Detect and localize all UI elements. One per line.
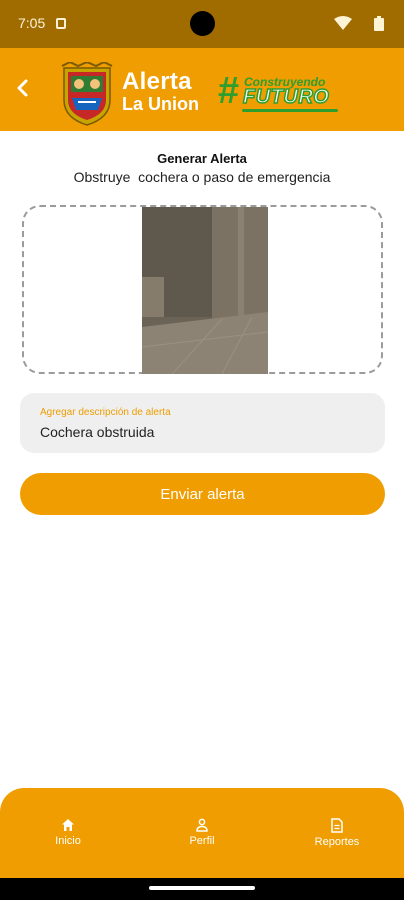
- nav-item-reportes[interactable]: Reportes: [297, 818, 377, 848]
- slogan-logo: # Construyendo FUTURO: [218, 72, 342, 112]
- home-icon: [62, 819, 74, 831]
- back-button[interactable]: [8, 74, 36, 102]
- person-icon: [196, 818, 208, 832]
- send-alert-button[interactable]: Enviar alerta: [20, 473, 385, 515]
- alert-type-subtitle: Obstruye cochera o paso de emergencia: [73, 169, 331, 185]
- notification-icon: [56, 18, 66, 29]
- photo-preview-image: [142, 207, 268, 374]
- app-title: Alerta La Union: [122, 68, 199, 114]
- chevron-left-icon: [17, 79, 28, 97]
- nav-item-perfil[interactable]: Perfil: [162, 818, 242, 847]
- home-gesture-handle[interactable]: [149, 886, 255, 890]
- nav-label-perfil: Perfil: [189, 835, 215, 847]
- app-title-line1: Alerta: [122, 68, 192, 95]
- slogan-main-text: FUTURO: [242, 85, 330, 109]
- photo-picker[interactable]: [22, 205, 383, 374]
- slogan-underline: [242, 109, 338, 112]
- slogan-hash: #: [218, 70, 240, 112]
- municipal-crest-logo: [61, 62, 113, 126]
- bottom-navigation: Inicio Perfil Reportes: [0, 788, 404, 878]
- status-bar: 7:05: [0, 0, 404, 48]
- app-header: Alerta La Union # Construyendo FUTURO: [0, 48, 404, 131]
- app-title-line2: La Union: [122, 94, 199, 114]
- status-time: 7:05: [18, 15, 46, 31]
- front-camera: [190, 11, 215, 36]
- nav-label-inicio: Inicio: [55, 835, 81, 847]
- nav-label-reportes: Reportes: [314, 836, 360, 848]
- description-input[interactable]: Cochera obstruida: [40, 424, 154, 440]
- system-gesture-bar: [0, 878, 404, 900]
- description-label: Agregar descripción de alerta: [40, 407, 171, 418]
- description-field[interactable]: Agregar descripción de alerta Cochera ob…: [20, 393, 385, 453]
- document-icon: [331, 818, 343, 833]
- wifi-icon: [334, 16, 352, 30]
- page-title: Generar Alerta: [157, 151, 247, 166]
- nav-item-inicio[interactable]: Inicio: [28, 818, 108, 847]
- battery-icon: [374, 16, 384, 31]
